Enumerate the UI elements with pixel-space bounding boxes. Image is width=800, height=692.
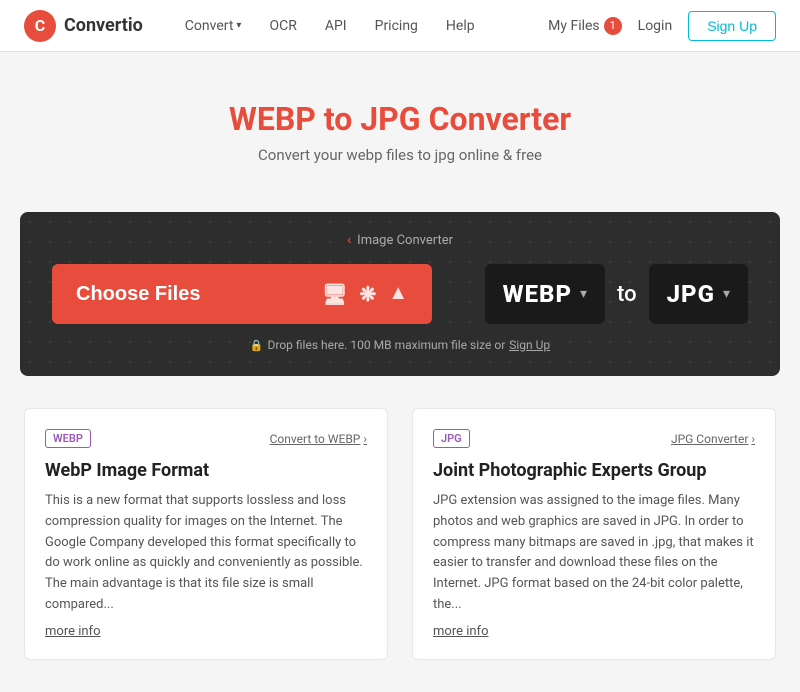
logo[interactable]: C Convertio	[24, 10, 143, 42]
webp-tag: WEBP	[45, 429, 91, 448]
signup-button[interactable]: Sign Up	[688, 11, 776, 41]
to-format-text: JPG	[667, 280, 715, 308]
navbar: C Convertio Convert ▾ OCR API Pricing He…	[0, 0, 800, 52]
card-top-jpg: JPG JPG Converter ›	[433, 429, 755, 448]
dropbox-icon: ❋	[359, 282, 376, 307]
from-format-text: WEBP	[503, 280, 572, 308]
to-format-selector[interactable]: JPG ▾	[649, 264, 748, 324]
hero-subtitle: Convert your webp files to jpg online & …	[24, 146, 776, 164]
googledrive-icon: ▲	[388, 282, 408, 307]
nav-links: Convert ▾ OCR API Pricing Help	[175, 12, 548, 40]
webp-card-desc: This is a new format that supports lossl…	[45, 491, 367, 616]
webp-card: WEBP Convert to WEBP › WebP Image Format…	[24, 408, 388, 660]
chevron-down-icon: ▾	[236, 20, 241, 31]
lock-icon: 🔒	[250, 339, 264, 352]
webp-more-info[interactable]: more info	[45, 624, 367, 639]
drop-hint: 🔒 Drop files here. 100 MB maximum file s…	[52, 338, 748, 352]
from-format-selector[interactable]: WEBP ▾	[485, 264, 605, 324]
hero-title: WEBP to JPG Converter	[24, 100, 776, 138]
upload-icons: 🖥 ❋ ▲	[322, 282, 408, 307]
nav-convert[interactable]: Convert ▾	[175, 12, 252, 40]
format-selector: WEBP ▾ to JPG ▾	[485, 264, 748, 324]
converter-main: Choose Files 🖥 ❋ ▲ WEBP ▾ to JPG ▾	[52, 264, 748, 324]
logo-icon: C	[24, 10, 56, 42]
jpg-card-title: Joint Photographic Experts Group	[433, 460, 755, 481]
choose-files-button[interactable]: Choose Files 🖥 ❋ ▲	[52, 264, 432, 324]
files-badge: 1	[604, 17, 622, 35]
nav-help[interactable]: Help	[436, 12, 485, 40]
to-format-chevron: ▾	[723, 286, 730, 302]
chevron-right-icon: ›	[751, 432, 755, 446]
webp-card-title: WebP Image Format	[45, 460, 367, 481]
login-link[interactable]: Login	[638, 18, 673, 34]
svg-text:C: C	[35, 16, 45, 35]
to-label: to	[617, 282, 637, 307]
card-top-webp: WEBP Convert to WEBP ›	[45, 429, 367, 448]
info-section: WEBP Convert to WEBP › WebP Image Format…	[20, 408, 780, 660]
chevron-right-icon: ›	[363, 432, 367, 446]
logo-text: Convertio	[64, 15, 143, 36]
angle-icon: ‹	[347, 232, 351, 248]
nav-pricing[interactable]: Pricing	[365, 12, 428, 40]
nav-api[interactable]: API	[315, 12, 357, 40]
jpg-card-desc: JPG extension was assigned to the image …	[433, 491, 755, 616]
my-files-link[interactable]: My Files 1	[548, 17, 622, 35]
jpg-converter-link[interactable]: JPG Converter ›	[671, 432, 755, 446]
signup-drop-link[interactable]: Sign Up	[509, 338, 550, 352]
jpg-more-info[interactable]: more info	[433, 624, 755, 639]
converter-label: ‹ Image Converter	[52, 232, 748, 248]
jpg-tag: JPG	[433, 429, 470, 448]
jpg-card: JPG JPG Converter › Joint Photographic E…	[412, 408, 776, 660]
computer-upload-icon: 🖥	[322, 282, 347, 307]
converter-section: ‹ Image Converter Choose Files 🖥 ❋ ▲ WEB…	[20, 212, 780, 376]
hero-section: WEBP to JPG Converter Convert your webp …	[0, 52, 800, 188]
from-format-chevron: ▾	[580, 286, 587, 302]
nav-ocr[interactable]: OCR	[259, 12, 306, 40]
convert-to-webp-link[interactable]: Convert to WEBP ›	[270, 432, 367, 446]
nav-right: My Files 1 Login Sign Up	[548, 11, 776, 41]
